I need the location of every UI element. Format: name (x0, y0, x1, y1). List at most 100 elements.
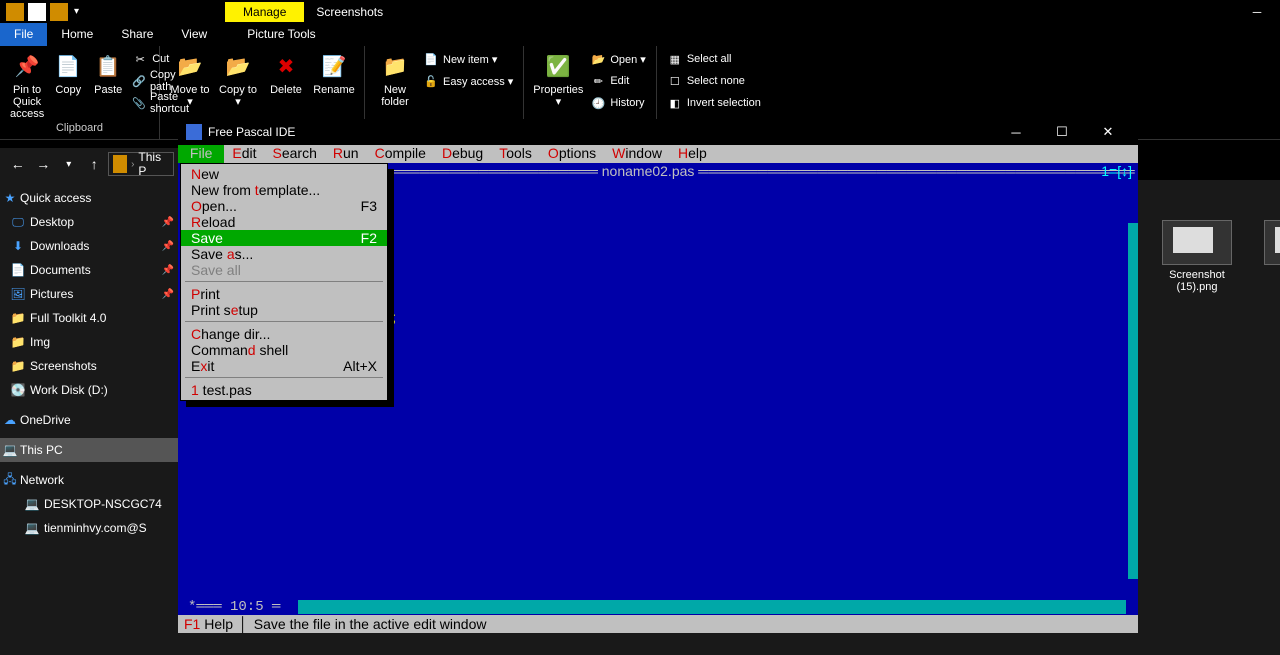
properties-icon[interactable] (28, 3, 46, 21)
sidebar-downloads[interactable]: ⬇Downloads📌 (0, 234, 180, 258)
menu-item-command-shell[interactable]: Command shell (181, 342, 387, 358)
menu-search[interactable]: Search (265, 145, 325, 163)
sidebar-work-disk[interactable]: 💽Work Disk (D:) (0, 378, 180, 402)
pascal-maximize-button[interactable]: ☐ (1040, 120, 1084, 144)
invert-selection-button[interactable]: ◧Invert selection (663, 92, 765, 114)
select-none-button[interactable]: ☐Select none (663, 70, 765, 92)
pictures-icon: 🖼 (10, 286, 26, 302)
delete-button[interactable]: ✖Delete (262, 48, 310, 98)
menu-separator (181, 278, 387, 286)
menu-item-reload[interactable]: Reload (181, 214, 387, 230)
file-dropdown-menu: New New from template... Open...F3 Reloa… (180, 163, 388, 401)
back-button[interactable]: ← (6, 151, 30, 177)
new-folder-button[interactable]: 📁New folder (371, 48, 419, 110)
minimize-button[interactable]: ─ (1234, 0, 1280, 23)
menu-item-print-setup[interactable]: Print setup (181, 302, 387, 318)
sidebar-screenshots[interactable]: 📁Screenshots (0, 354, 180, 378)
desktop-icon: 🖵 (10, 214, 26, 230)
ribbon-tabs: File Home Share View Picture Tools (0, 23, 1280, 46)
sidebar-img[interactable]: 📁Img (0, 330, 180, 354)
sidebar-desktop[interactable]: 🖵Desktop📌 (0, 210, 180, 234)
tab-home[interactable]: Home (47, 23, 107, 46)
pascal-close-button[interactable]: ✕ (1086, 120, 1130, 144)
menu-item-save[interactable]: SaveF2 (181, 230, 387, 246)
file-screenshot-15[interactable]: Screenshot (15).png (1152, 220, 1242, 293)
up-button[interactable]: ↑ (83, 151, 107, 177)
copy-button[interactable]: 📄Copy (48, 48, 88, 98)
menu-item-new-template[interactable]: New from template... (181, 182, 387, 198)
tab-share[interactable]: Share (107, 23, 167, 46)
folder-icon: 📁 (10, 310, 26, 326)
history-button[interactable]: 🕘History (586, 92, 650, 114)
sidebar-network-computer-1[interactable]: 💻DESKTOP-NSCGC74 (0, 492, 180, 516)
menu-help[interactable]: Help (670, 145, 715, 163)
sidebar-this-pc[interactable]: 💻This PC (0, 438, 180, 462)
menu-options[interactable]: Options (540, 145, 604, 163)
move-to-button[interactable]: 📂Move to ▾ (166, 48, 214, 110)
properties-button[interactable]: ✅Properties ▾ (530, 48, 586, 110)
edit-icon: ✏ (590, 73, 606, 89)
editor-vertical-scrollbar[interactable] (1128, 223, 1138, 579)
tab-picture-tools[interactable]: Picture Tools (233, 23, 329, 46)
sidebar-quick-access[interactable]: ★Quick access (0, 186, 180, 210)
menu-item-recent-1[interactable]: 1 test.pas (181, 382, 387, 398)
address-bar[interactable]: › This P (108, 152, 174, 176)
paste-button[interactable]: 📋Paste (88, 48, 128, 98)
new-item-button[interactable]: 📄New item ▾ (419, 48, 517, 70)
menu-debug[interactable]: Debug (434, 145, 491, 163)
tab-file[interactable]: File (0, 23, 47, 46)
folder-icon[interactable] (6, 3, 24, 21)
menu-item-exit[interactable]: ExitAlt+X (181, 358, 387, 374)
pascal-title-bar[interactable]: Free Pascal IDE ─ ☐ ✕ (178, 119, 1138, 145)
pin-quick-access-button[interactable]: 📌Pin to Quick access (6, 48, 48, 122)
sidebar-full-toolkit[interactable]: 📁Full Toolkit 4.0 (0, 306, 180, 330)
copy-to-button[interactable]: 📂Copy to ▾ (214, 48, 262, 110)
file-thumbnail (1264, 220, 1280, 265)
pascal-minimize-button[interactable]: ─ (994, 120, 1038, 144)
history-icon: 🕘 (590, 95, 606, 111)
menu-item-open[interactable]: Open...F3 (181, 198, 387, 214)
easy-access-button[interactable]: 🔓Easy access ▾ (419, 70, 517, 92)
select-all-button[interactable]: ▦Select all (663, 48, 765, 70)
editor-window-indicator[interactable]: 1=[↕] (1101, 163, 1132, 179)
sidebar-onedrive[interactable]: ☁OneDrive (0, 408, 180, 432)
menu-item-save-all: Save all (181, 262, 387, 278)
qat-chevron-icon[interactable]: ▾ (74, 6, 79, 17)
sidebar-network[interactable]: 🖧Network (0, 468, 180, 492)
rename-icon: 📝 (318, 50, 350, 82)
menu-item-new[interactable]: New (181, 166, 387, 182)
menu-run[interactable]: Run (325, 145, 367, 163)
recent-locations-button[interactable]: ▾ (57, 151, 81, 177)
breadcrumb-segment[interactable]: This P (134, 150, 169, 178)
move-to-icon: 📂 (174, 50, 206, 82)
copy-path-icon: 🔗 (132, 73, 146, 89)
editor-horizontal-scrollbar[interactable] (298, 600, 1126, 614)
pascal-status-bar: F1 Help │ Save the file in the active ed… (178, 615, 1138, 633)
copy-to-icon: 📂 (222, 50, 254, 82)
menu-item-print[interactable]: Print (181, 286, 387, 302)
menu-compile[interactable]: Compile (367, 145, 434, 163)
sidebar-pictures[interactable]: 🖼Pictures📌 (0, 282, 180, 306)
folder-icon-2[interactable] (50, 3, 68, 21)
menu-window[interactable]: Window (604, 145, 670, 163)
manage-tab[interactable]: Manage (225, 2, 304, 22)
network-icon: 🖧 (2, 472, 18, 488)
tab-view[interactable]: View (167, 23, 221, 46)
menu-tools[interactable]: Tools (491, 145, 540, 163)
menu-edit[interactable]: Edit (224, 145, 264, 163)
menu-separator (181, 374, 387, 382)
open-button[interactable]: 📂Open ▾ (586, 48, 650, 70)
sidebar-network-computer-2[interactable]: 💻tienminhvy.com@S (0, 516, 180, 540)
window-title: Screenshots (316, 5, 383, 19)
rename-button[interactable]: 📝Rename (310, 48, 358, 98)
menu-file[interactable]: File (178, 145, 224, 163)
cloud-icon: ☁ (2, 412, 18, 428)
sidebar-documents[interactable]: 📄Documents📌 (0, 258, 180, 282)
status-help[interactable]: F1 Help (184, 616, 233, 632)
menu-item-change-dir[interactable]: Change dir... (181, 326, 387, 342)
edit-button[interactable]: ✏Edit (586, 70, 650, 92)
computer-icon: 💻 (24, 520, 40, 536)
menu-item-save-as[interactable]: Save as... (181, 246, 387, 262)
file-screenshot-partial[interactable]: S (1254, 220, 1280, 281)
forward-button[interactable]: → (32, 151, 56, 177)
